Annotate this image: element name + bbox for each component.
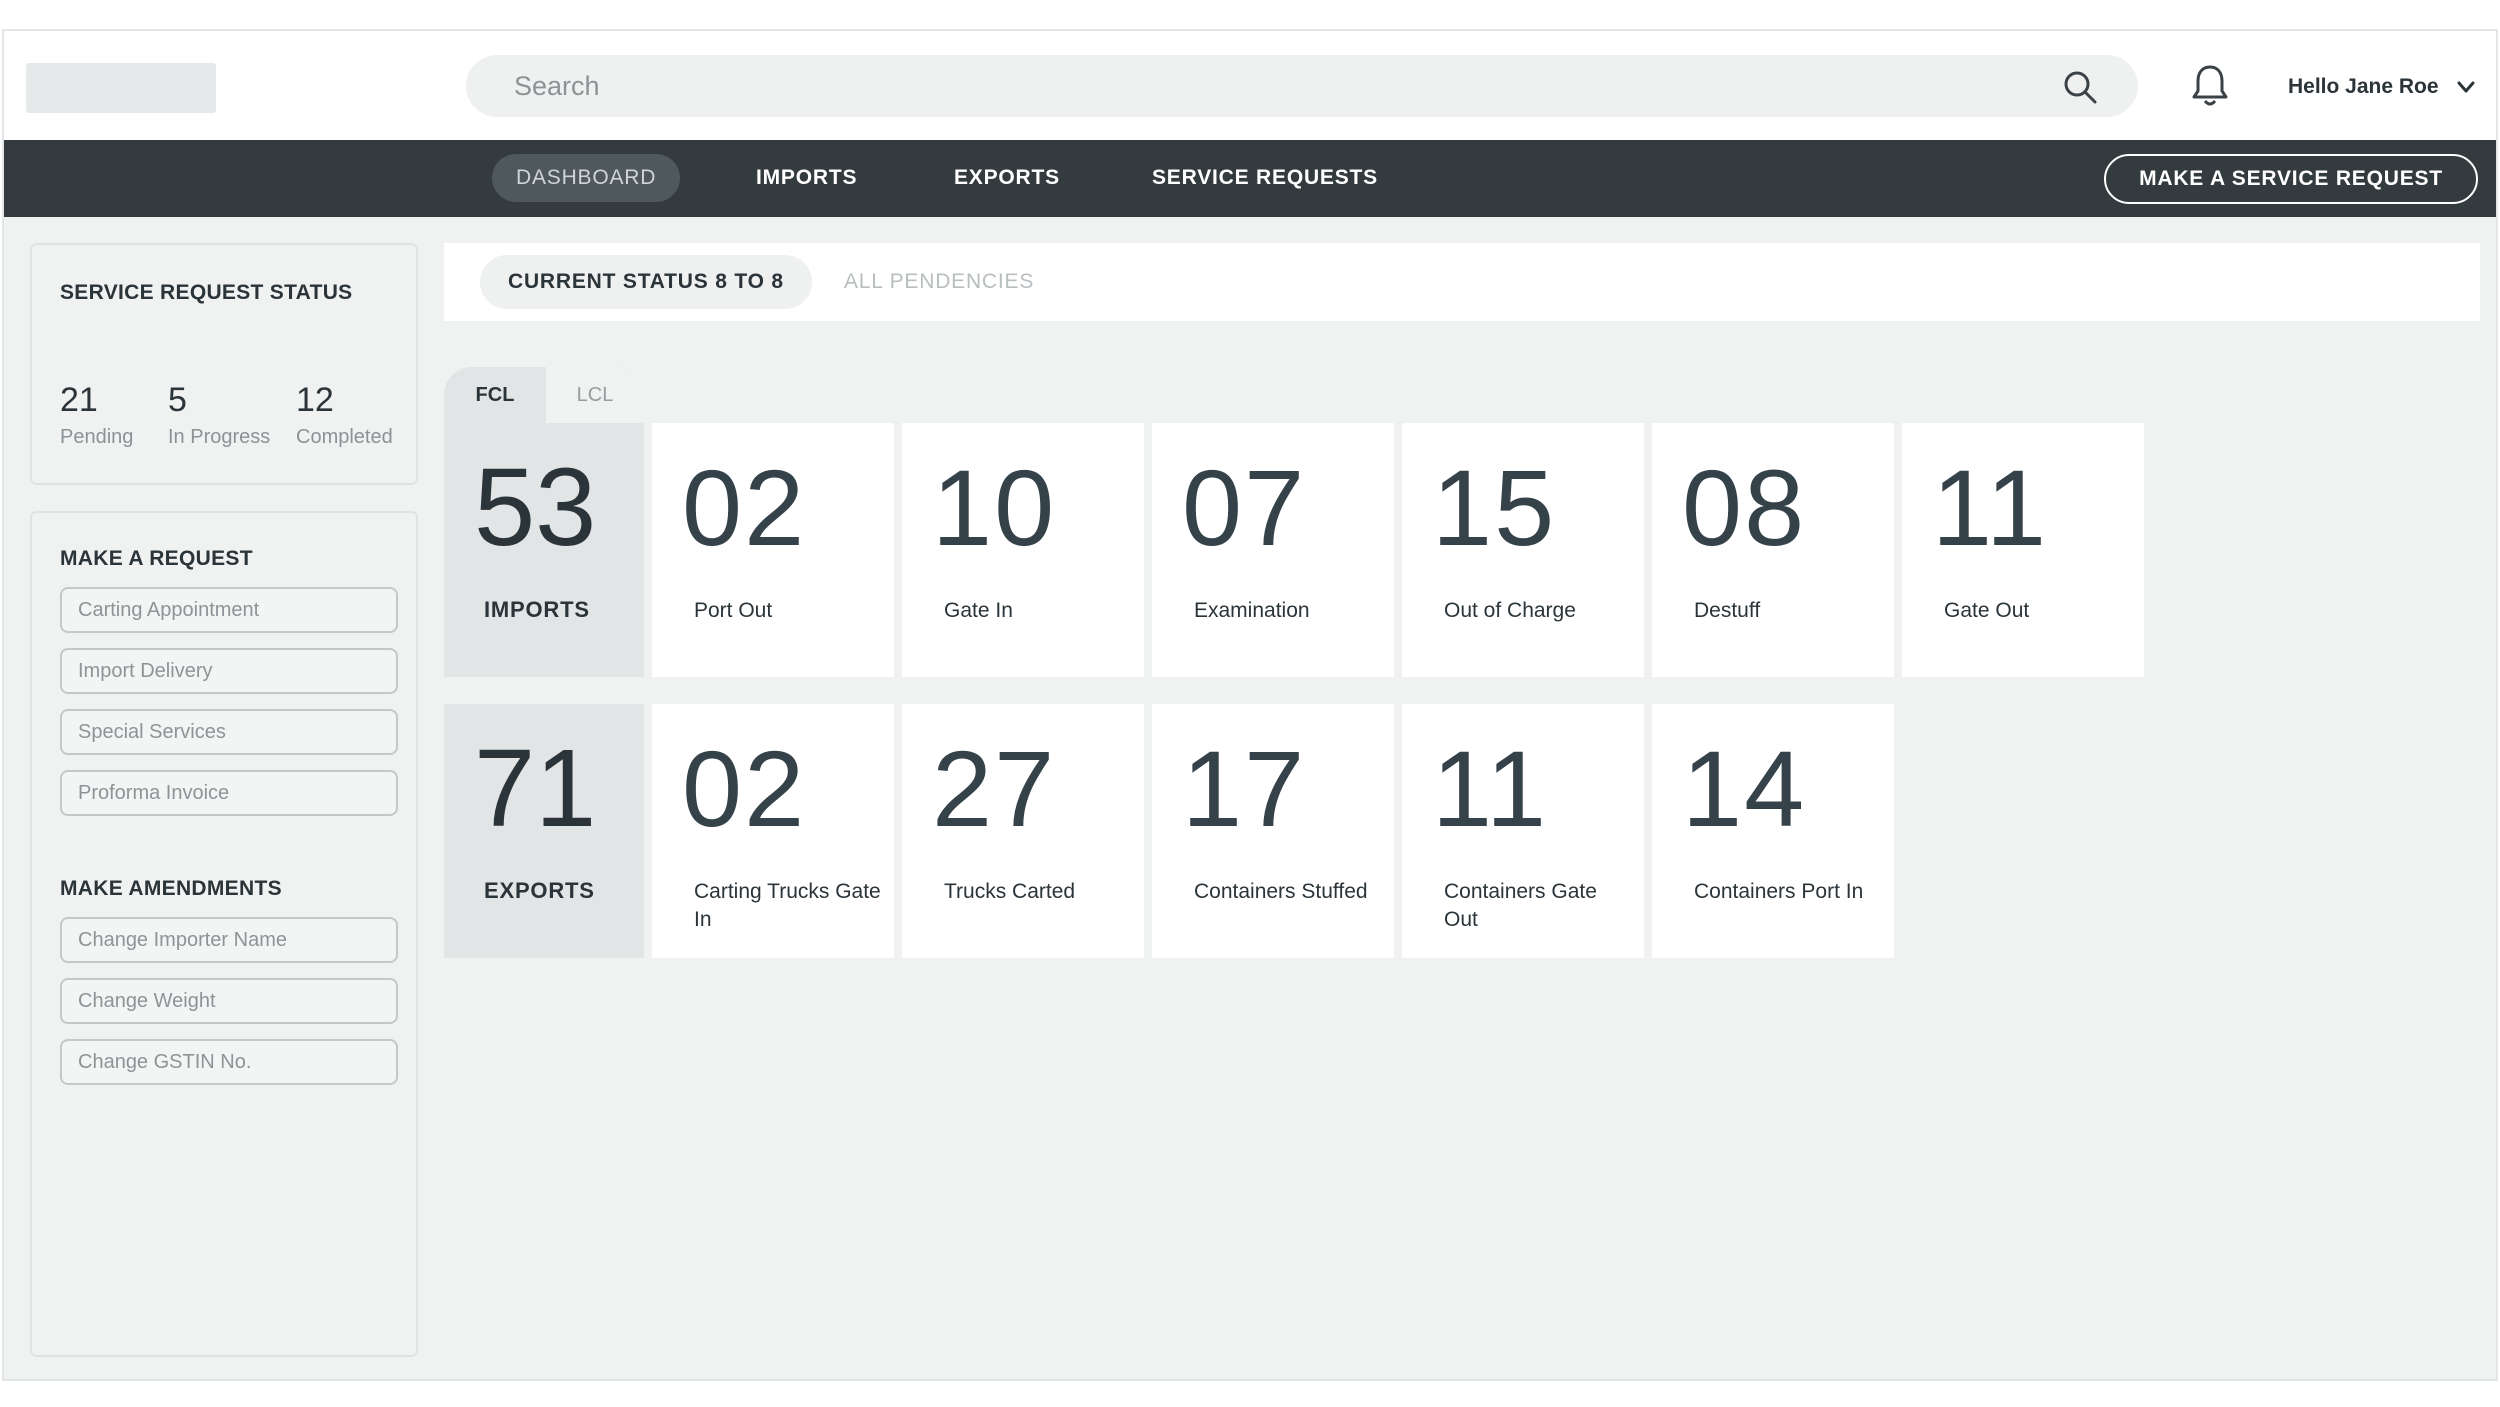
change-importer-name-button[interactable]: Change Importer Name xyxy=(60,917,398,963)
request-actions-card: MAKE A REQUEST Carting Appointment Impor… xyxy=(30,511,418,1357)
status-card-title: SERVICE REQUEST STATUS xyxy=(60,281,353,304)
app-window: Hello Jane Roe DASHBOARD IMPORTS EXPORTS… xyxy=(2,29,2498,1381)
import-tile-gate-in[interactable]: 10 Gate In xyxy=(902,423,1144,677)
status-tabs: CURRENT STATUS 8 TO 8 ALL PENDENCIES xyxy=(444,243,2480,321)
stat-completed[interactable]: 12 Completed xyxy=(296,381,393,449)
tile-label: Port Out xyxy=(694,599,773,622)
nav-imports[interactable]: IMPORTS xyxy=(756,154,857,202)
make-request-title: MAKE A REQUEST xyxy=(60,547,253,570)
make-service-request-button[interactable]: MAKE A SERVICE REQUEST xyxy=(2104,154,2478,204)
change-gstin-button[interactable]: Change GSTIN No. xyxy=(60,1039,398,1085)
stat-label: Pending xyxy=(60,426,134,448)
import-tile-port-out[interactable]: 02 Port Out xyxy=(652,423,894,677)
export-tile-carting-trucks-gate-in[interactable]: 02 Carting Trucks Gate In xyxy=(652,704,894,958)
search-icon[interactable] xyxy=(2062,69,2098,105)
bell-icon[interactable] xyxy=(2190,63,2230,109)
top-header: Hello Jane Roe xyxy=(4,31,2496,140)
export-tile-trucks-carted[interactable]: 27 Trucks Carted xyxy=(902,704,1144,958)
stat-in-progress[interactable]: 5 In Progress xyxy=(168,381,270,449)
tile-value: 10 xyxy=(932,447,1057,568)
import-tile-gate-out[interactable]: 11 Gate Out xyxy=(1902,423,2144,677)
stat-label: Completed xyxy=(296,426,393,448)
exports-label: EXPORTS xyxy=(484,878,595,903)
make-amendments-title: MAKE AMENDMENTS xyxy=(60,877,282,900)
tile-label: Out of Charge xyxy=(1444,599,1576,622)
change-weight-button[interactable]: Change Weight xyxy=(60,978,398,1024)
tile-value: 07 xyxy=(1182,447,1307,568)
imports-total: 53 xyxy=(474,446,597,569)
tile-label: Trucks Carted xyxy=(944,880,1076,903)
segment-lcl[interactable]: LCL xyxy=(546,367,644,423)
tile-label: Examination xyxy=(1194,599,1310,622)
tab-all-pendencies[interactable]: ALL PENDENCIES xyxy=(844,255,1034,309)
chevron-down-icon[interactable] xyxy=(2455,76,2477,98)
tile-label: Containers Stuffed xyxy=(1194,880,1368,903)
tile-value: 02 xyxy=(682,447,807,568)
tile-value: 15 xyxy=(1432,447,1557,568)
tile-value: 08 xyxy=(1682,447,1807,568)
stat-value: 21 xyxy=(60,381,98,419)
tile-label: Carting Trucks Gate In xyxy=(694,880,881,931)
tile-value: 11 xyxy=(1432,728,1549,849)
segment-fcl[interactable]: FCL xyxy=(444,367,546,423)
tile-value: 17 xyxy=(1182,728,1307,849)
user-greeting[interactable]: Hello Jane Roe xyxy=(2288,75,2439,99)
tile-value: 02 xyxy=(682,728,807,849)
nav-dashboard[interactable]: DASHBOARD xyxy=(492,154,681,202)
fcl-lcl-toggle: FCL LCL xyxy=(444,367,644,423)
nav-exports[interactable]: EXPORTS xyxy=(954,154,1060,202)
special-services-button[interactable]: Special Services xyxy=(60,709,398,755)
tile-label: Containers Port In xyxy=(1694,880,1864,903)
exports-summary[interactable]: 71 EXPORTS xyxy=(444,704,644,958)
import-tile-destuff[interactable]: 08 Destuff xyxy=(1652,423,1894,677)
stat-pending[interactable]: 21 Pending xyxy=(60,381,133,449)
main-nav: DASHBOARD IMPORTS EXPORTS SERVICE REQUES… xyxy=(4,140,2496,217)
imports-summary[interactable]: 53 IMPORTS xyxy=(444,423,644,677)
logo[interactable] xyxy=(26,63,216,113)
import-tile-examination[interactable]: 07 Examination xyxy=(1152,423,1394,677)
export-tile-containers-port-in[interactable]: 14 Containers Port In xyxy=(1652,704,1894,958)
tile-value: 11 xyxy=(1932,447,2049,568)
stat-label: In Progress xyxy=(168,426,271,448)
search-bar[interactable] xyxy=(466,55,2138,117)
import-tile-out-of-charge[interactable]: 15 Out of Charge xyxy=(1402,423,1644,677)
imports-label: IMPORTS xyxy=(484,597,590,622)
exports-total: 71 xyxy=(474,727,597,850)
user-menu[interactable]: Hello Jane Roe xyxy=(2288,69,2477,105)
tile-label: Destuff xyxy=(1694,599,1761,622)
search-input[interactable] xyxy=(514,55,2014,117)
tile-label: Containers Gate Out xyxy=(1444,880,1597,931)
stat-value: 12 xyxy=(296,381,334,419)
service-request-status-card: SERVICE REQUEST STATUS 21 Pending 5 In P… xyxy=(30,243,418,485)
proforma-invoice-button[interactable]: Proforma Invoice xyxy=(60,770,398,816)
export-tile-containers-gate-out[interactable]: 11 Containers Gate Out xyxy=(1402,704,1644,958)
tile-label: Gate In xyxy=(944,599,1013,622)
tile-value: 27 xyxy=(932,728,1057,849)
carting-appointment-button[interactable]: Carting Appointment xyxy=(60,587,398,633)
export-tile-containers-stuffed[interactable]: 17 Containers Stuffed xyxy=(1152,704,1394,958)
stat-value: 5 xyxy=(168,381,187,419)
import-delivery-button[interactable]: Import Delivery xyxy=(60,648,398,694)
tab-current-status[interactable]: CURRENT STATUS 8 TO 8 xyxy=(480,255,812,309)
nav-service-requests[interactable]: SERVICE REQUESTS xyxy=(1152,154,1378,202)
tile-label: Gate Out xyxy=(1944,599,2030,622)
tile-value: 14 xyxy=(1682,728,1807,849)
